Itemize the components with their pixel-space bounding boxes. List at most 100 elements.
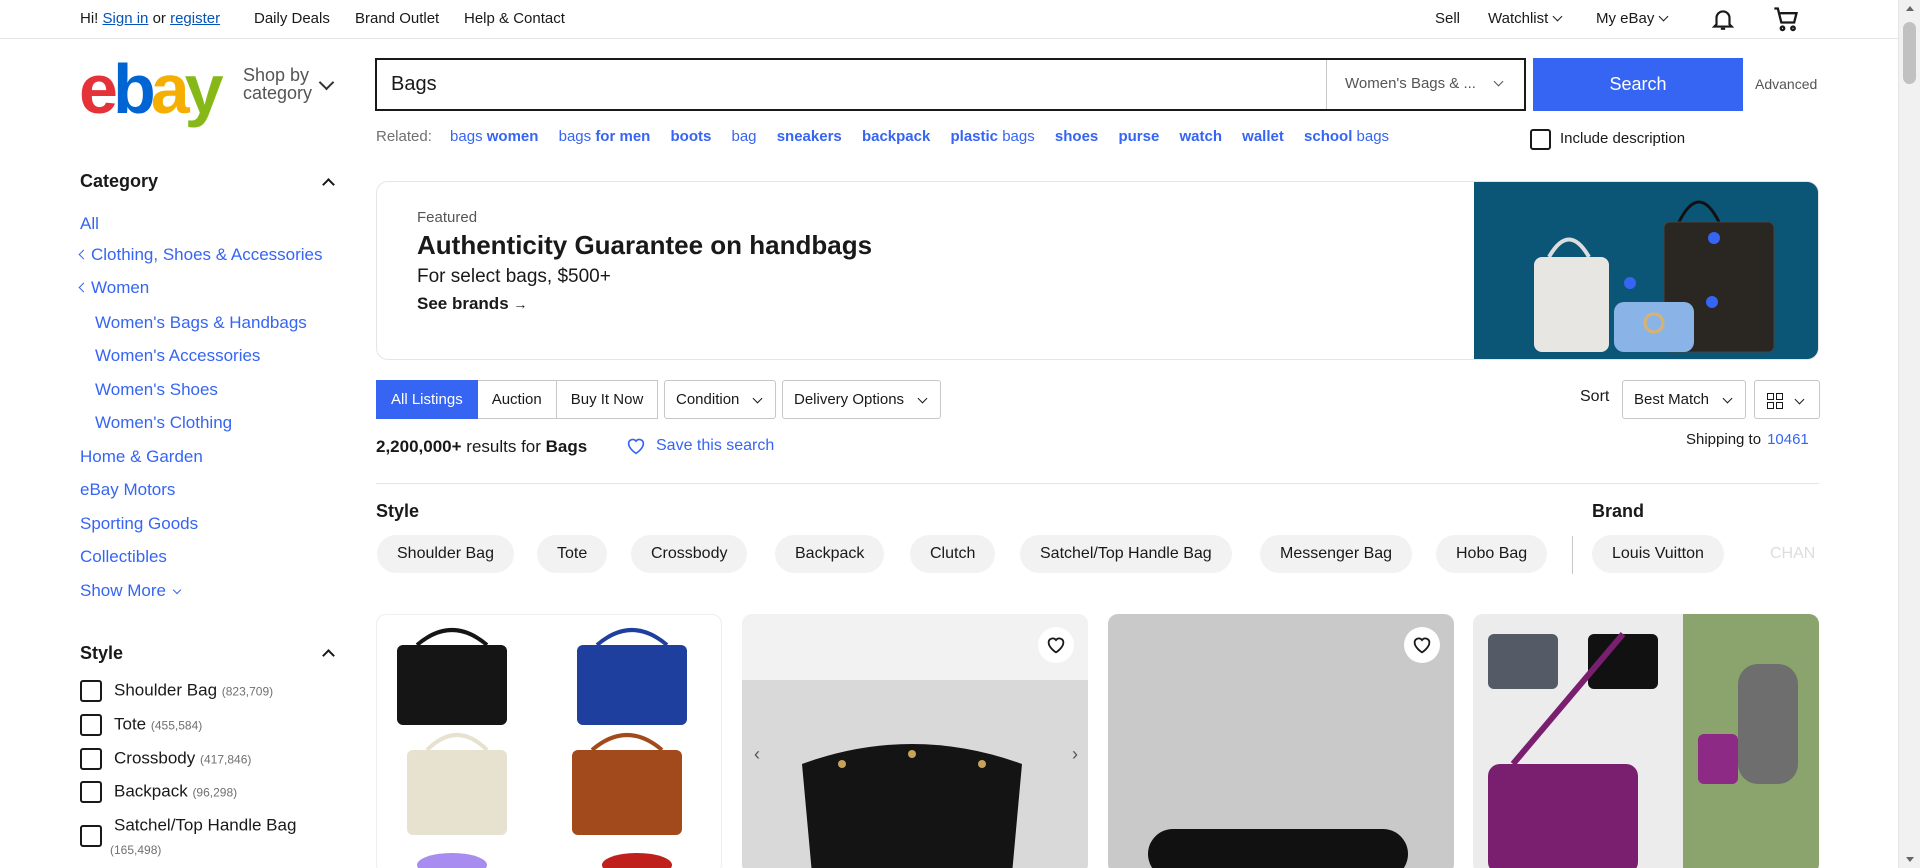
related-link[interactable]: wallet xyxy=(1242,128,1284,145)
view-toggle-button[interactable] xyxy=(1754,380,1820,419)
banner-image xyxy=(1474,182,1818,359)
style-filter-option[interactable]: Backpack (96,298) xyxy=(80,781,237,803)
style-chip[interactable]: Tote xyxy=(537,535,608,573)
style-filter-option[interactable]: Shoulder Bag (823,709) xyxy=(80,680,273,702)
watchlist-dropdown[interactable]: Watchlist xyxy=(1488,10,1561,27)
product-card[interactable] xyxy=(1108,614,1454,868)
related-link[interactable]: bag xyxy=(732,128,757,145)
sort-dropdown[interactable]: Best Match xyxy=(1622,380,1747,419)
chevron-down-icon[interactable] xyxy=(318,74,335,91)
favorite-button[interactable] xyxy=(1038,627,1074,663)
scroll-up-arrow[interactable] xyxy=(1906,6,1914,11)
related-link[interactable]: backpack xyxy=(862,128,930,145)
heart-icon xyxy=(627,438,645,455)
save-search-link[interactable]: Save this search xyxy=(626,437,774,455)
related-link[interactable]: bags for men xyxy=(559,128,651,145)
tab-auction[interactable]: Auction xyxy=(477,380,557,419)
cart-icon[interactable] xyxy=(1772,5,1800,37)
product-image xyxy=(1108,614,1454,868)
style-chip[interactable]: Crossbody xyxy=(631,535,748,573)
category-women-link[interactable]: Women xyxy=(78,278,149,298)
chevron-down-icon xyxy=(752,393,763,404)
style-option-count: (165,498) xyxy=(110,843,162,857)
sort-label: Sort xyxy=(1580,388,1610,405)
chevron-right-icon[interactable]: › xyxy=(1072,744,1078,765)
favorite-button[interactable] xyxy=(1404,627,1440,663)
zip-code-link[interactable]: 10461 xyxy=(1767,431,1809,448)
related-link[interactable]: sneakers xyxy=(777,128,842,145)
chevron-left-icon xyxy=(78,282,89,293)
advanced-search-link[interactable]: Advanced xyxy=(1755,76,1817,92)
sell-link[interactable]: Sell xyxy=(1435,10,1460,27)
shop-by-category-button[interactable]: Shop by category xyxy=(243,66,312,102)
related-link[interactable]: boots xyxy=(671,128,712,145)
related-link[interactable]: bags women xyxy=(450,128,538,145)
related-link[interactable]: watch xyxy=(1179,128,1222,145)
search-button[interactable]: Search xyxy=(1533,58,1743,111)
condition-dropdown[interactable]: Condition xyxy=(664,380,777,419)
style-chip[interactable]: Hobo Bag xyxy=(1436,535,1548,573)
tab-buy-it-now[interactable]: Buy It Now xyxy=(556,380,659,419)
featured-banner[interactable]: Featured Authenticity Guarantee on handb… xyxy=(376,181,1819,360)
style-chip[interactable]: Messenger Bag xyxy=(1260,535,1413,573)
category-sporting-goods-link[interactable]: Sporting Goods xyxy=(80,514,198,534)
featured-label: Featured xyxy=(417,209,478,226)
sign-in-link[interactable]: Sign in xyxy=(103,10,149,27)
style-chip[interactable]: Clutch xyxy=(910,535,996,573)
related-link[interactable]: school bags xyxy=(1304,128,1389,145)
see-brands-link[interactable]: See brands → xyxy=(417,294,527,314)
checkbox[interactable] xyxy=(80,781,102,803)
style-chip[interactable]: Shoulder Bag xyxy=(377,535,514,573)
category-womens-bags-link[interactable]: Women's Bags & Handbags xyxy=(95,313,307,333)
style-chip[interactable]: Satchel/Top Handle Bag xyxy=(1020,535,1232,573)
category-clothing-link[interactable]: Clothing, Shoes & Accessories xyxy=(78,245,323,265)
checkbox[interactable] xyxy=(80,680,102,702)
product-card[interactable] xyxy=(376,614,722,868)
checkbox[interactable] xyxy=(80,825,102,847)
style-filter-option[interactable]: Crossbody (417,846) xyxy=(80,748,251,770)
chevron-up-icon[interactable] xyxy=(322,649,335,662)
bell-icon[interactable] xyxy=(1710,6,1736,36)
category-womens-shoes-link[interactable]: Women's Shoes xyxy=(95,380,218,400)
delivery-options-dropdown[interactable]: Delivery Options xyxy=(782,380,942,419)
chevron-left-icon[interactable]: ‹ xyxy=(754,744,760,765)
help-contact-link[interactable]: Help & Contact xyxy=(464,10,565,27)
show-more-link[interactable]: Show More xyxy=(80,581,182,601)
related-link[interactable]: purse xyxy=(1118,128,1159,145)
checkbox[interactable] xyxy=(80,748,102,770)
scroll-down-arrow[interactable] xyxy=(1906,857,1914,862)
chevron-up-icon[interactable] xyxy=(322,178,335,191)
brand-outlet-link[interactable]: Brand Outlet xyxy=(355,10,439,27)
related-link[interactable]: shoes xyxy=(1055,128,1098,145)
brand-chip[interactable]: CHAN xyxy=(1750,535,1820,573)
style-filter-option[interactable]: Satchel/Top Handle Bag xyxy=(80,815,296,847)
product-card[interactable] xyxy=(1473,614,1819,868)
category-collectibles-link[interactable]: Collectibles xyxy=(80,547,167,567)
related-searches: Related: bags women bags for men boots b… xyxy=(376,128,1405,145)
register-link[interactable]: register xyxy=(170,10,220,27)
category-womens-accessories-link[interactable]: Women's Accessories xyxy=(95,346,260,366)
style-chip[interactable]: Backpack xyxy=(775,535,885,573)
checkbox[interactable] xyxy=(80,714,102,736)
style-heading[interactable]: Style xyxy=(80,643,123,664)
category-all-link[interactable]: All xyxy=(80,214,99,234)
page-scrollbar[interactable] xyxy=(1898,0,1920,868)
scrollbar-thumb[interactable] xyxy=(1903,22,1916,84)
brand-chip[interactable]: Louis Vuitton xyxy=(1592,535,1724,573)
tab-all-listings[interactable]: All Listings xyxy=(376,380,478,419)
category-heading[interactable]: Category xyxy=(80,171,158,192)
ebay-logo[interactable]: ebay xyxy=(79,54,224,124)
category-womens-clothing-link[interactable]: Women's Clothing xyxy=(95,413,232,433)
related-link[interactable]: plastic bags xyxy=(951,128,1035,145)
daily-deals-link[interactable]: Daily Deals xyxy=(254,10,330,27)
product-image xyxy=(397,628,687,868)
my-ebay-dropdown[interactable]: My eBay xyxy=(1596,10,1667,27)
product-card[interactable]: ‹ › xyxy=(742,614,1088,868)
search-category-select[interactable]: Women's Bags & ... xyxy=(1326,60,1524,109)
style-filter-option[interactable]: Tote (455,584) xyxy=(80,714,202,736)
category-ebay-motors-link[interactable]: eBay Motors xyxy=(80,480,175,500)
category-home-garden-link[interactable]: Home & Garden xyxy=(80,447,203,467)
results-count: 2,200,000+ results for Bags xyxy=(376,437,588,456)
heart-icon xyxy=(1413,637,1431,654)
checkbox[interactable] xyxy=(1530,129,1551,150)
